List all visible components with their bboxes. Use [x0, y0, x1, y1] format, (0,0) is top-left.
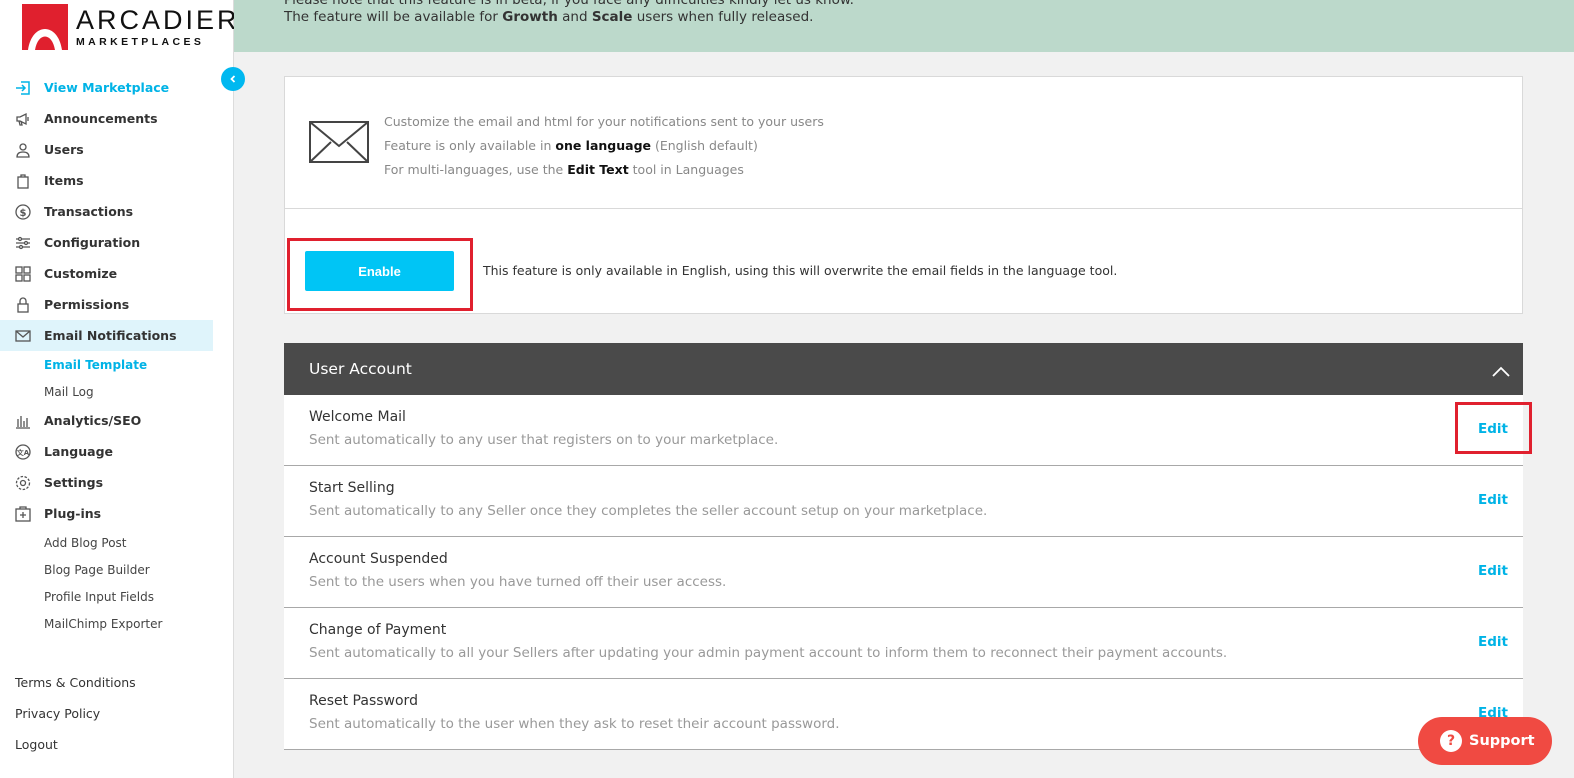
- info-top-section: Customize the email and html for your no…: [285, 77, 1522, 209]
- sidebar-item-items[interactable]: Items: [0, 165, 213, 196]
- sidebar-subitem-profile-input-fields[interactable]: Profile Input Fields: [0, 583, 213, 610]
- sidebar-item-label: Settings: [44, 475, 104, 490]
- edit-link[interactable]: Edit: [1478, 634, 1508, 650]
- sidebar-item-label: Users: [44, 142, 84, 157]
- banner-line-2: The feature will be available for Growth…: [284, 9, 814, 25]
- sidebar-item-customize[interactable]: Customize: [0, 258, 213, 289]
- envelope-icon: [309, 121, 369, 167]
- sidebar-subitem-mailchimp-exporter[interactable]: MailChimp Exporter: [0, 610, 213, 637]
- row-title: Reset Password: [309, 693, 418, 709]
- list-item: Reset Password Sent automatically to the…: [284, 679, 1523, 750]
- list-item: Change of Payment Sent automatically to …: [284, 608, 1523, 679]
- edit-highlight-box: [1455, 402, 1532, 454]
- gear-icon: [14, 474, 32, 492]
- sidebar-item-plug-ins[interactable]: Plug-ins: [0, 498, 213, 529]
- sidebar-item-announcements[interactable]: Announcements: [0, 103, 213, 134]
- enter-icon: [14, 79, 32, 97]
- mail-icon: [14, 327, 32, 345]
- list-item: Account Suspended Sent to the users when…: [284, 537, 1523, 608]
- sidebar-item-permissions[interactable]: Permissions: [0, 289, 213, 320]
- edit-link[interactable]: Edit: [1478, 563, 1508, 579]
- enable-note: This feature is only available in Englis…: [483, 263, 1118, 278]
- enable-button[interactable]: Enable: [305, 251, 454, 291]
- sidebar-subitem-blog-page-builder[interactable]: Blog Page Builder: [0, 556, 213, 583]
- lock-icon: [14, 296, 32, 314]
- language-icon: 文A: [14, 443, 32, 461]
- row-title: Account Suspended: [309, 551, 448, 567]
- arcadier-logo-mark: [22, 4, 68, 50]
- sidebar-item-label: Items: [44, 173, 84, 188]
- row-title: Welcome Mail: [309, 409, 406, 425]
- section-title: User Account: [309, 360, 412, 378]
- sidebar: ARCADIER MARKETPLACES View Marketplace A…: [0, 0, 237, 778]
- sidebar-item-label: Language: [44, 444, 114, 459]
- collapse-sidebar-button[interactable]: [221, 67, 245, 91]
- sidebar-item-label: Transactions: [44, 204, 134, 219]
- banner-line-1: Please note that this feature is in beta…: [284, 0, 854, 8]
- sidebar-item-label: Analytics/SEO: [44, 413, 142, 428]
- sidebar-item-configuration[interactable]: Configuration: [0, 227, 213, 258]
- info-line-1: Customize the email and html for your no…: [384, 114, 824, 129]
- info-line-3: For multi-languages, use the Edit Text t…: [384, 162, 744, 177]
- sidebar-item-label: Announcements: [44, 111, 158, 126]
- plugin-icon: [14, 505, 32, 523]
- sidebar-subitem-email-template[interactable]: Email Template: [0, 351, 213, 378]
- user-icon: [14, 141, 32, 159]
- megaphone-icon: [14, 110, 32, 128]
- terms-link[interactable]: Terms & Conditions: [15, 667, 136, 698]
- sidebar-item-view-marketplace[interactable]: View Marketplace: [0, 72, 213, 103]
- sidebar-subitem-add-blog-post[interactable]: Add Blog Post: [0, 529, 213, 556]
- sidebar-nav: View Marketplace Announcements Users Ite…: [0, 72, 213, 637]
- email-template-info-card: Customize the email and html for your no…: [284, 76, 1523, 314]
- privacy-link[interactable]: Privacy Policy: [15, 698, 136, 729]
- arcadier-logo[interactable]: ARCADIER MARKETPLACES: [22, 4, 240, 50]
- row-title: Change of Payment: [309, 622, 447, 638]
- brand-subtitle: MARKETPLACES: [76, 35, 205, 48]
- brand-name: ARCADIER: [76, 4, 240, 35]
- user-account-section: User Account Welcome Mail Sent automatic…: [284, 343, 1523, 750]
- sidebar-item-analytics-seo[interactable]: Analytics/SEO: [0, 405, 213, 436]
- sidebar-item-label: Permissions: [44, 297, 130, 312]
- row-description: Sent to the users when you have turned o…: [309, 574, 727, 590]
- sidebar-item-label: Email Notifications: [44, 328, 177, 343]
- sidebar-item-email-notifications[interactable]: Email Notifications: [0, 320, 213, 351]
- sidebar-item-language[interactable]: 文A Language: [0, 436, 213, 467]
- row-description: Sent automatically to any user that regi…: [309, 432, 779, 448]
- help-icon: ?: [1440, 730, 1462, 752]
- row-description: Sent automatically to any Seller once th…: [309, 503, 988, 519]
- sidebar-item-label: Configuration: [44, 235, 141, 250]
- info-line-2: Feature is only available in one languag…: [384, 138, 758, 153]
- sidebar-item-label: View Marketplace: [44, 80, 170, 95]
- support-label: Support: [1469, 733, 1535, 749]
- chevron-up-icon[interactable]: [1491, 363, 1511, 381]
- section-header[interactable]: User Account: [284, 343, 1523, 395]
- bag-icon: [14, 172, 32, 190]
- grid-icon: [14, 265, 32, 283]
- sidebar-item-settings[interactable]: Settings: [0, 467, 213, 498]
- svg-text:文A: 文A: [17, 448, 30, 457]
- beta-notice-banner: Please note that this feature is in beta…: [234, 0, 1574, 52]
- sidebar-item-transactions[interactable]: $ Transactions: [0, 196, 213, 227]
- list-item: Start Selling Sent automatically to any …: [284, 466, 1523, 537]
- sidebar-footer: Terms & Conditions Privacy Policy Logout: [15, 667, 136, 760]
- sliders-icon: [14, 234, 32, 252]
- row-description: Sent automatically to all your Sellers a…: [309, 645, 1228, 661]
- support-button[interactable]: ? Support: [1418, 717, 1552, 765]
- sidebar-item-label: Customize: [44, 266, 118, 281]
- info-text: Customize the email and html for your no…: [384, 110, 824, 182]
- sidebar-item-users[interactable]: Users: [0, 134, 213, 165]
- logout-link[interactable]: Logout: [15, 729, 136, 760]
- chart-icon: [14, 412, 32, 430]
- chevron-left-icon: [230, 75, 236, 83]
- list-item: Welcome Mail Sent automatically to any u…: [284, 395, 1523, 466]
- sidebar-subitem-mail-log[interactable]: Mail Log: [0, 378, 213, 405]
- row-description: Sent automatically to the user when they…: [309, 716, 840, 732]
- svg-text:$: $: [20, 208, 27, 219]
- edit-link[interactable]: Edit: [1478, 492, 1508, 508]
- row-title: Start Selling: [309, 480, 395, 496]
- dollar-icon: $: [14, 203, 32, 221]
- sidebar-item-label: Plug-ins: [44, 506, 102, 521]
